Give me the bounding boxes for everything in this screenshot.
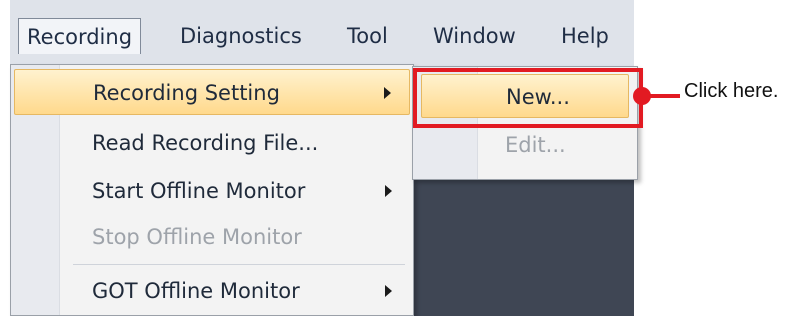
menu-item-label: Read Recording File...: [92, 131, 319, 155]
menu-item-label: Stop Offline Monitor: [92, 225, 302, 249]
menu-recording[interactable]: Recording: [18, 18, 142, 54]
menu-item-label: Start Offline Monitor: [92, 179, 306, 203]
menu-item-read-recording-file[interactable]: Read Recording File...: [14, 120, 410, 166]
callout-dot-icon: [633, 87, 651, 105]
highlight-frame: [413, 68, 643, 128]
menu-item-edit: Edit...: [421, 123, 629, 167]
menu-window[interactable]: Window: [425, 18, 524, 54]
callout-text: Click here.: [684, 80, 779, 102]
menu-item-label: Edit...: [505, 133, 566, 157]
menu-separator: [73, 264, 405, 265]
callout-line: [650, 94, 680, 98]
menu-item-got-offline-monitor[interactable]: GOT Offline Monitor: [14, 268, 410, 314]
menu-tool[interactable]: Tool: [339, 18, 396, 54]
recording-menu: Recording Setting Read Recording File...…: [10, 64, 414, 316]
menu-item-start-offline-monitor[interactable]: Start Offline Monitor: [14, 168, 410, 214]
menu-help[interactable]: Help: [553, 18, 617, 54]
menu-item-label: Recording Setting: [93, 81, 280, 105]
menu-diagnostics[interactable]: Diagnostics: [172, 18, 310, 54]
submenu-arrow-icon: [384, 87, 391, 99]
menu-item-stop-offline-monitor: Stop Offline Monitor: [14, 214, 410, 260]
menu-item-recording-setting[interactable]: Recording Setting: [14, 69, 410, 115]
submenu-arrow-icon: [385, 285, 392, 297]
menu-item-label: GOT Offline Monitor: [92, 279, 300, 303]
menu-bar: Recording Diagnostics Tool Window Help: [10, 0, 634, 67]
submenu-arrow-icon: [385, 185, 392, 197]
